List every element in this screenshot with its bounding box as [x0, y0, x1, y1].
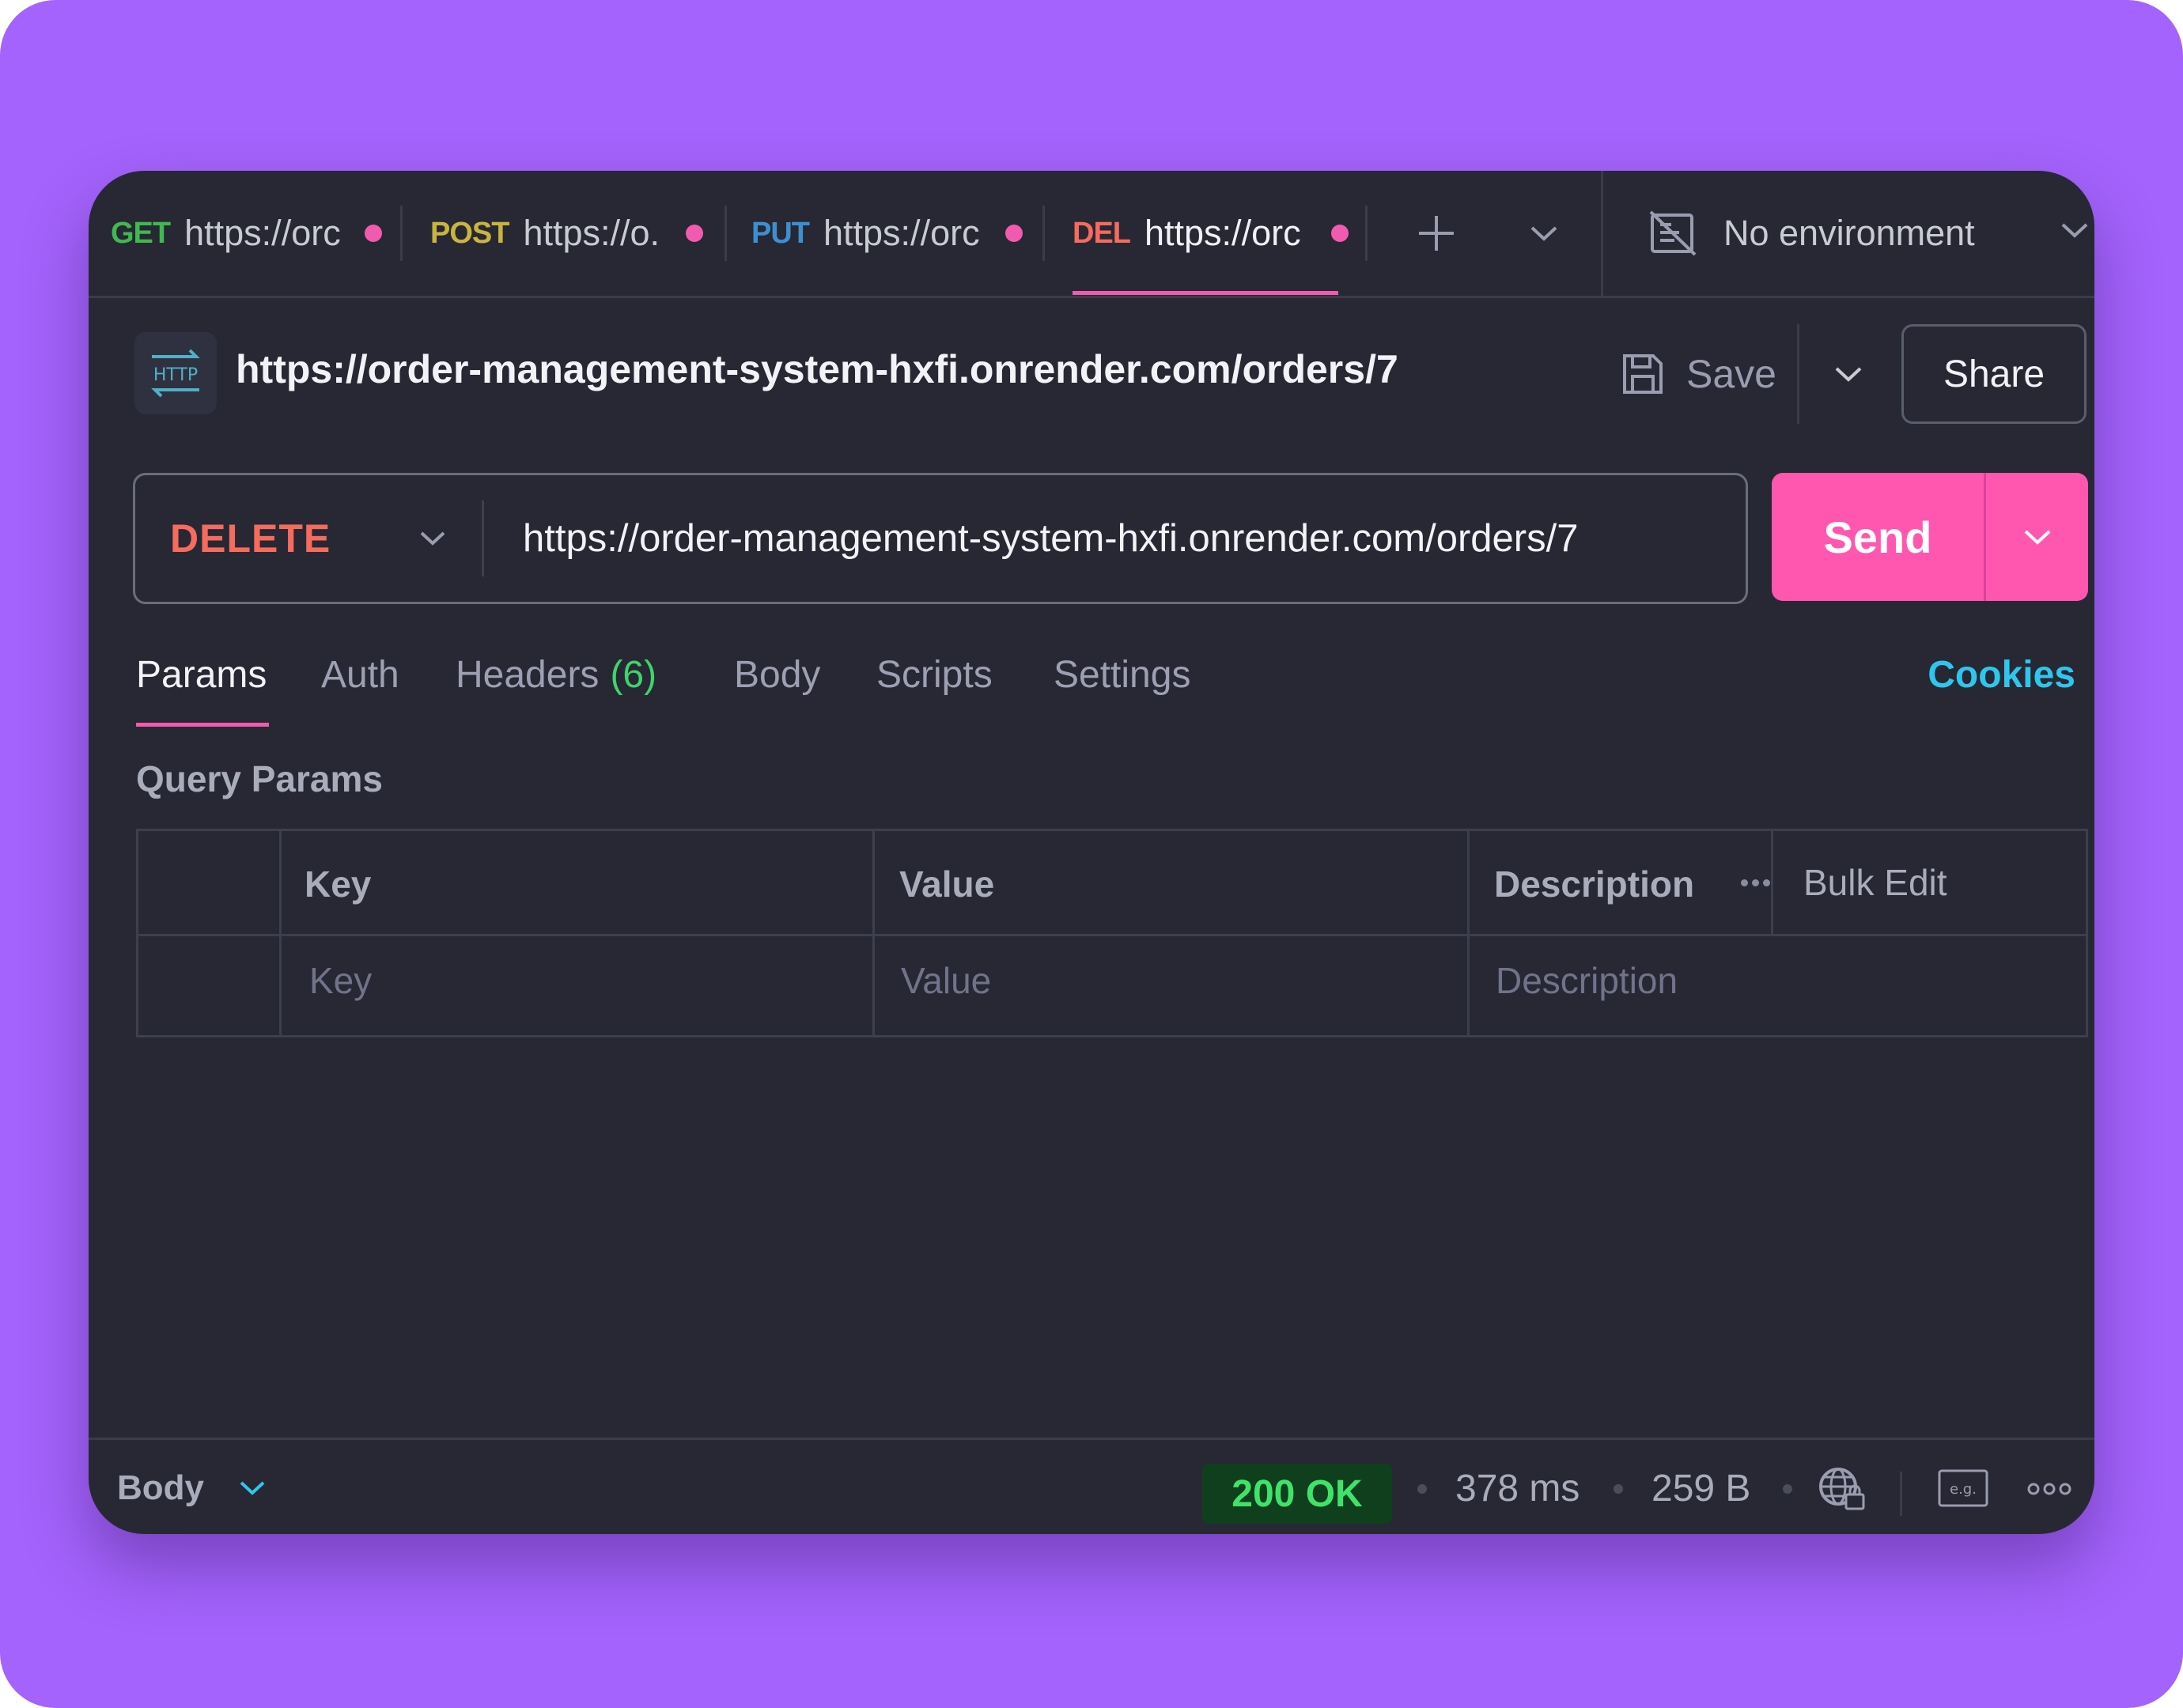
table-column-divider [279, 831, 282, 1035]
postman-window: GET https://orc POST https://o. PUT http… [89, 171, 2094, 1534]
table-row-divider [138, 934, 2086, 936]
request-tab-put[interactable]: PUT https://orc [751, 171, 1023, 296]
save-label: Save [1686, 352, 1776, 396]
query-params-title: Query Params [136, 758, 383, 799]
http-badge-text: HTTP [153, 365, 198, 385]
tab-url: https://orc [1144, 213, 1301, 253]
environment-chevron-down-icon [2060, 221, 2089, 239]
response-body-label: Body [117, 1468, 204, 1507]
tab-url: https://o. [523, 213, 660, 253]
url-input[interactable]: https://order-management-system-hxfi.onr… [523, 475, 1578, 602]
headers-count-badge: (6) [610, 654, 657, 696]
response-time: 378 ms [1455, 1467, 1580, 1510]
table-column-divider [872, 831, 875, 1035]
request-tab-post[interactable]: POST https://o. [430, 171, 704, 296]
footer-divider [1900, 1472, 1902, 1516]
tab-divider [1042, 206, 1045, 261]
new-tab-plus-icon[interactable] [1405, 206, 1468, 261]
separator-dot [1417, 1484, 1427, 1494]
request-url-bar: DELETE https://order-management-system-h… [133, 473, 1748, 604]
tab-headers-label: Headers [456, 654, 600, 696]
save-button[interactable]: Save [1620, 346, 1776, 402]
save-options-chevron-down-icon[interactable] [1805, 346, 1892, 402]
share-button[interactable]: Share [1901, 324, 2087, 424]
method-selector[interactable]: DELETE [170, 475, 446, 602]
active-subtab-indicator [136, 723, 269, 727]
save-example-icon[interactable]: e.g. [1933, 1464, 1993, 1513]
request-tab-get[interactable]: GET https://orc [111, 171, 383, 296]
value-input[interactable]: Value [901, 959, 991, 1002]
active-tab-indicator [1073, 291, 1338, 295]
example-icon-text: e.g. [1950, 1481, 1977, 1498]
description-input[interactable]: Description [1496, 959, 1678, 1002]
method-label: DELETE [170, 516, 331, 561]
send-button-group: Send [1772, 473, 2088, 601]
tab-params[interactable]: Params [136, 653, 267, 697]
table-column-divider [1467, 831, 1470, 1035]
save-divider [1797, 324, 1799, 424]
unsaved-dot-icon [686, 225, 704, 242]
tab-method-get: GET [111, 216, 171, 250]
send-options-chevron-down-icon[interactable] [1986, 473, 2088, 601]
column-header-key: Key [305, 863, 372, 905]
response-body-toggle[interactable]: Body [117, 1440, 266, 1534]
method-chevron-down-icon [419, 530, 446, 547]
separator-dot [1783, 1484, 1792, 1494]
tab-method-put: PUT [751, 216, 810, 250]
tab-body[interactable]: Body [734, 653, 820, 697]
tab-auth[interactable]: Auth [321, 653, 399, 697]
environment-selector[interactable]: No environment [1601, 171, 2094, 296]
no-environment-icon [1648, 209, 1698, 258]
tab-scripts[interactable]: Scripts [876, 653, 993, 697]
tab-method-post: POST [430, 216, 509, 250]
tab-list-chevron-down-icon[interactable] [1512, 206, 1576, 261]
more-options-icon[interactable] [2022, 1472, 2077, 1506]
unsaved-dot-icon [1005, 225, 1023, 242]
request-title: https://order-management-system-hxfi.onr… [236, 347, 1398, 391]
bulk-edit-label: Bulk Edit [1803, 862, 1947, 903]
send-button[interactable]: Send [1772, 473, 1984, 601]
column-header-value: Value [899, 863, 995, 905]
http-request-icon: HTTP [134, 332, 217, 414]
cookies-link[interactable]: Cookies [1928, 653, 2075, 697]
tab-divider [725, 206, 727, 261]
tab-divider [1365, 206, 1368, 261]
tab-url: https://orc [184, 213, 341, 253]
response-chevron-down-icon [240, 1481, 265, 1495]
status-badge: 200 OK [1202, 1464, 1392, 1524]
request-tab-delete[interactable]: DEL https://orc [1073, 171, 1349, 296]
unsaved-dot-icon [1331, 225, 1349, 242]
request-tab-bar: GET https://orc POST https://o. PUT http… [89, 171, 2094, 298]
app-backdrop: GET https://orc POST https://o. PUT http… [0, 0, 2183, 1708]
network-globe-icon[interactable] [1813, 1462, 1870, 1514]
response-bar: Body 200 OK 378 ms 259 B e.g. [89, 1438, 2094, 1534]
key-input[interactable]: Key [309, 959, 372, 1002]
column-header-description: Description [1494, 863, 1695, 905]
more-options-icon [1741, 879, 1770, 886]
tab-divider [400, 206, 403, 261]
query-params-table: Key Value Description Bulk Edit Key Valu… [136, 829, 2088, 1037]
response-size: 259 B [1651, 1467, 1751, 1510]
tab-settings[interactable]: Settings [1054, 653, 1190, 697]
tab-method-delete: DEL [1073, 216, 1131, 250]
unsaved-dot-icon [365, 225, 383, 242]
separator-dot [1614, 1484, 1623, 1494]
bulk-edit-button[interactable]: Bulk Edit [1741, 855, 1947, 910]
save-icon [1623, 354, 1663, 394]
tab-url: https://orc [823, 213, 980, 253]
environment-label: No environment [1723, 213, 1975, 253]
tab-headers[interactable]: Headers (6) [456, 653, 656, 697]
method-divider [482, 501, 484, 576]
